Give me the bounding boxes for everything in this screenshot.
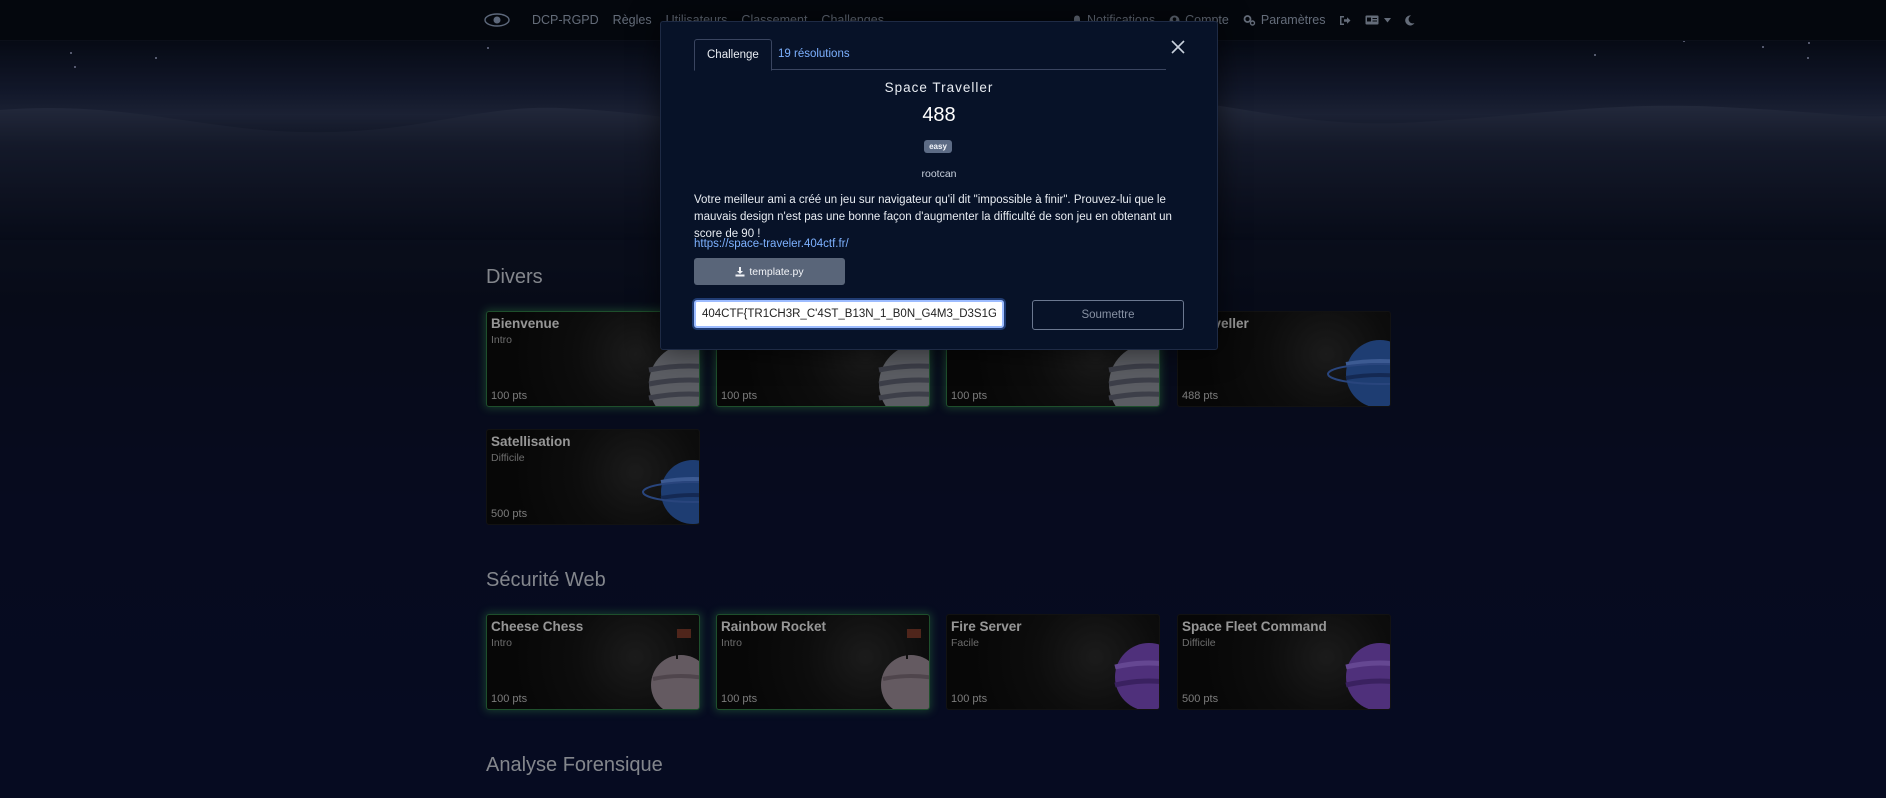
download-file-label: template.py	[749, 265, 804, 278]
challenge-value: 488	[922, 104, 956, 126]
tab-challenge[interactable]: Challenge	[694, 39, 772, 71]
challenge-link[interactable]: https://space-traveler.404ctf.fr/	[694, 238, 849, 250]
flag-input[interactable]	[694, 300, 1004, 328]
download-icon	[735, 266, 745, 276]
difficulty-badge: easy	[924, 140, 952, 153]
tab-solves[interactable]: 19 résolutions	[766, 39, 862, 68]
challenge-author: rootcan	[921, 168, 957, 180]
submit-flag-button[interactable]: Soumettre	[1032, 300, 1184, 330]
modal-tabs: Challenge 19 résolutions	[694, 39, 1166, 71]
challenge-modal: Challenge 19 résolutions Space Traveller…	[660, 21, 1218, 350]
challenge-description: Votre meilleur ami a créé un jeu sur nav…	[694, 194, 1172, 240]
close-icon[interactable]	[1167, 36, 1189, 58]
challenge-name: Space Traveller	[884, 80, 994, 95]
download-file-button[interactable]: template.py	[694, 258, 845, 285]
